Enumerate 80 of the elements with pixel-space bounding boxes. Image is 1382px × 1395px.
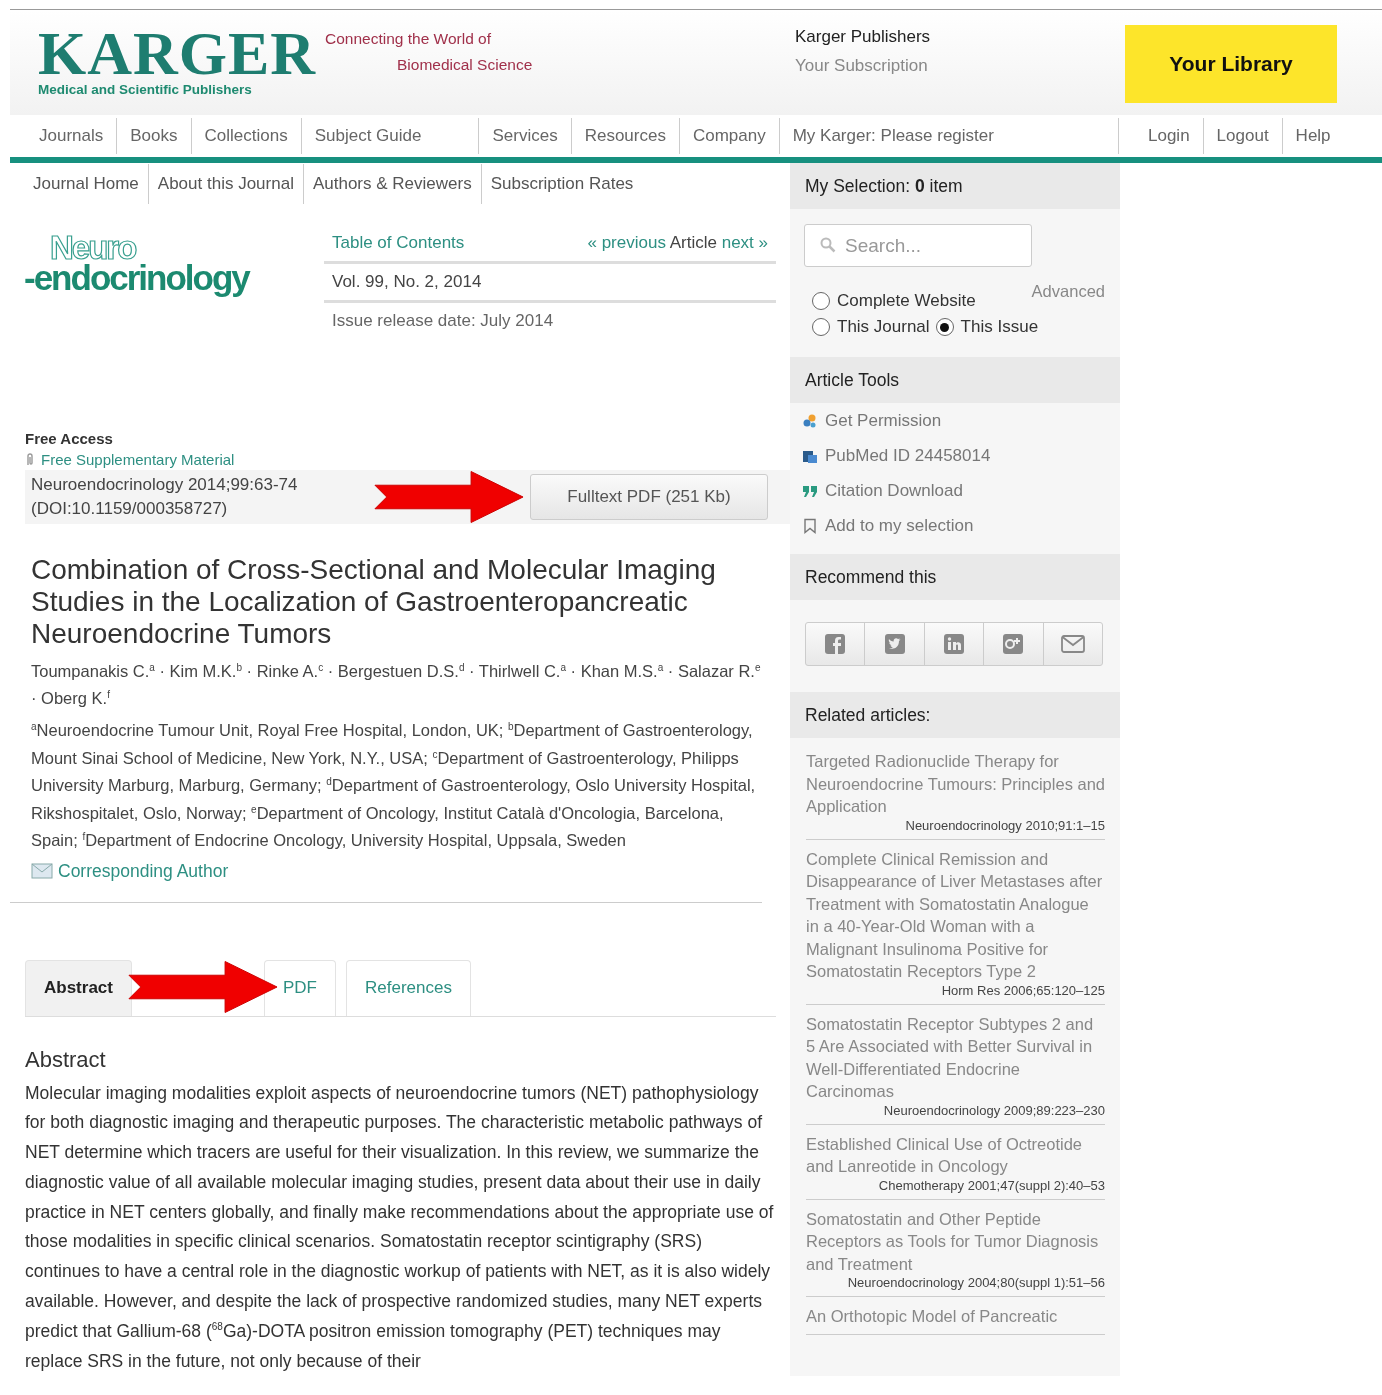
subscription-text: Your Subscription <box>795 55 929 77</box>
release-date: Issue release date: July 2014 <box>332 311 554 331</box>
tab[interactable]: Abstract <box>25 959 132 1016</box>
related-article-link[interactable]: Established Clinical Use of Octreotide and Lanreotide in Oncology <box>806 1132 1105 1178</box>
related-article-source: Neuroendocrinology 2009;89:223–230 <box>882 1102 1105 1118</box>
related-article-link[interactable]: Complete Clinical Remission and Disappearance of Liver Metastases after Treatment with Somatostatin Analogue in a 40-Year-Old Woman with a Malignant Insulinoma Positive for Somatostatin Receptors Type 2 <box>806 847 1105 983</box>
pointer-arrow-icon <box>373 468 525 526</box>
account-link[interactable]: Logout <box>1202 118 1282 154</box>
radio-label[interactable]: Complete Website <box>837 291 976 311</box>
section-header: Article Tools <box>790 357 1120 403</box>
related-article-source: Neuroendocrinology 2004;80(suppl 1):51–56 <box>846 1275 1105 1290</box>
section-header: Related articles: <box>790 692 1120 738</box>
volume-text: Vol. 99, No. 2, 2014 <box>332 272 482 292</box>
nav-link[interactable]: Services <box>478 118 571 154</box>
radio-button[interactable] <box>935 318 954 336</box>
fulltext-pdf-button[interactable]: Fulltext PDF (251 Kb) <box>530 474 768 520</box>
logo-tagline: Medical and Scientific Publishers <box>38 82 253 97</box>
linkedin-icon <box>942 632 966 656</box>
email-icon <box>1060 632 1085 656</box>
google-plus-icon <box>1001 632 1026 656</box>
citation-text: Neuroendocrinology 2014;99:63-74 <box>31 474 299 496</box>
nav-link[interactable]: My Karger: Please register <box>778 118 1007 154</box>
journal-nav-link[interactable]: About this Journal <box>147 164 303 204</box>
article-title: Combination of Cross-Sectional and Molecular Imaging Studies in the Localization of Gastroenteropancreatic Neuroendocrine Tumors <box>31 554 717 650</box>
journal-nav-link[interactable]: Journal Home <box>10 164 148 204</box>
radio-button[interactable] <box>812 292 830 310</box>
tool-link[interactable]: Get Permission <box>825 411 942 431</box>
slogan-text: Biomedical Science <box>396 55 534 75</box>
journal-logo[interactable]: Neuro -endocrinology <box>10 225 324 430</box>
nav-link[interactable]: Collections <box>190 118 301 154</box>
advanced-search-link[interactable]: Advanced <box>1031 282 1105 300</box>
account-link[interactable]: Login <box>1118 118 1203 154</box>
nav-link[interactable]: Journals <box>10 118 117 154</box>
nav-link[interactable]: Books <box>116 118 191 154</box>
pubmed-icon <box>802 448 818 464</box>
facebook-icon <box>823 632 848 656</box>
tool-link[interactable]: Add to my selection <box>825 516 974 536</box>
twitter-icon <box>882 632 907 656</box>
library-button[interactable]: Your Library <box>1125 25 1337 103</box>
tab[interactable]: PDF <box>263 959 336 1016</box>
people-icon <box>802 413 818 429</box>
radio-button[interactable] <box>812 318 830 336</box>
section-header: Recommend this <box>790 554 1120 600</box>
toc-link[interactable]: Table of Contents <box>332 233 465 253</box>
abstract-text: Molecular imaging modalities exploit aspects of neuroendocrine tumors (NET) pathophysiology for both diagnostic imaging and therapeutic purposes. The characteristic metabolic pathways of NET determine which tracers are useful for their visualization. In this review, we summarize the diagnostic value of all available molecular imaging studies, present data about their use in daily practice in NET centers globally, and finally make recommendations about the appropriate use of those modalities in specific clinical scenarios. Somatostatin receptor scintigraphy (SRS) continues to have a central role in the diagnostic workup of patients with NET, as it is also widely available. However, and despite the lack of prospective randomized studies, many NET experts predict that Gallium-68 ($^{68}$Ga)-DOTA positron emission tomography (PET) techniques may replace SRS in the future, not only because of their <box>25 1081 775 1373</box>
nav-link[interactable]: Company <box>678 118 779 154</box>
journal-nav-link[interactable]: Authors & Reviewers <box>302 164 481 204</box>
related-article-link[interactable]: An Orthotopic Model of Pancreatic <box>806 1305 1105 1328</box>
corresponding-author-link[interactable]: Corresponding Author <box>58 860 229 882</box>
abstract-heading: Abstract <box>25 1046 107 1073</box>
tool-link[interactable]: Citation Download <box>825 481 963 501</box>
account-link[interactable]: Help <box>1281 118 1344 154</box>
citation-text: (DOI:10.1159/000358727) <box>31 498 229 520</box>
envelope-icon <box>31 863 53 879</box>
logo-wordmark[interactable]: KARGER <box>38 24 325 82</box>
related-article-source: Horm Res 2006;65:120–125 <box>940 982 1105 998</box>
supplementary-link[interactable]: Free Supplementary Material <box>41 451 235 468</box>
article-label: Article <box>669 233 717 252</box>
radio-label[interactable]: This Issue <box>960 317 1039 337</box>
related-article-link[interactable]: Targeted Radionuclide Therapy for Neuroendocrine Tumours: Principles and Application <box>806 750 1105 818</box>
access-label: Free Access <box>25 430 114 447</box>
quote-icon <box>802 483 818 499</box>
affiliations: $^{a}$Neuroendocrine Tumour Unit, Royal Free Hospital, London, UK; $^{b}$Department of Gastroenterology, Mount Sinai School of Medicine, New York, N.Y., USA; $^{c}$Department of Gastroenterology, Philipps University Marburg, Marburg, Germany; $^{d}$Department of Gastroenterology, Oslo University Hospital, Rikshospitalet, Oslo, Norway; $^{e}$Department of Oncology, Institut Català d'Oncologia, Barcelona, Spain; $^{f}$Department of Endocrine Oncology, University Hospital, Uppsala, Sweden <box>30 719 757 851</box>
journal-nav-link[interactable]: Subscription Rates <box>480 164 643 204</box>
previous-link[interactable]: « previous <box>587 233 666 252</box>
related-article-source: Chemotherapy 2001;47(suppl 2):40–53 <box>877 1177 1105 1193</box>
search-field[interactable]: Search... <box>804 224 1032 267</box>
bookmark-icon <box>802 518 818 534</box>
nav-link[interactable]: Resources <box>570 118 679 154</box>
related-article-link[interactable]: Somatostatin Receptor Subtypes 2 and 5 Are Associated with Better Survival in Well-Differentiated Endocrine Carcinomas <box>806 1012 1105 1103</box>
radio-label[interactable]: This Journal <box>837 317 930 337</box>
next-link[interactable]: next » <box>721 233 768 252</box>
tool-link[interactable]: PubMed ID 24458014 <box>825 446 991 466</box>
publisher-name: Karger Publishers <box>795 26 932 48</box>
related-article-link[interactable]: Somatostatin and Other Peptide Receptors as Tools for Tumor Diagnosis and Treatment <box>806 1207 1105 1275</box>
nav-link[interactable]: Subject Guide <box>300 118 479 154</box>
selection-header: My Selection: 0 item <box>805 175 963 197</box>
slogan-text: Connecting the World of <box>325 29 492 49</box>
related-article-source: Neuroendocrinology 2010;91:1–15 <box>904 817 1105 833</box>
tab[interactable]: References <box>345 959 471 1016</box>
